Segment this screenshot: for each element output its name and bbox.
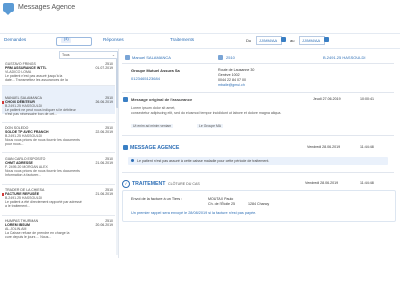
- msg3-date: Vendredi 28.06.2019: [305, 181, 339, 185]
- divider: [2, 215, 115, 216]
- msg3-status: CLÔTURE DU CAS: [168, 182, 200, 186]
- list-item-preview: a le traitement...: [5, 204, 31, 208]
- info-dot-icon: [131, 159, 134, 162]
- msg3-line2: Un premier rappel sera envoyé le 28/08/2…: [131, 211, 257, 215]
- list-item-date: 01.07.2019: [95, 66, 113, 70]
- msg3-recipient-name: MOUTAX Paulo: [208, 197, 234, 201]
- msg2-note-text: Le patient n'est pas assuré à cette cais…: [137, 159, 270, 163]
- list-item-date: 21.06.2019: [95, 161, 113, 165]
- date-from-label: Du: [246, 38, 252, 43]
- divider: [2, 122, 115, 123]
- list-item-date: 26.06.2019: [95, 100, 113, 104]
- flag-icon: [2, 101, 4, 104]
- divider: [122, 92, 394, 93]
- msg1-tag: Le Groupe MA: [197, 124, 224, 128]
- divider: [122, 172, 394, 173]
- msg1-body-line2: consectetur adipiscing elit, sed do eius…: [131, 111, 282, 115]
- chevron-down-icon: ⌄: [111, 53, 115, 57]
- list-item-preview: Information à facturer...: [5, 173, 41, 177]
- list-item-date: 21.06.2019: [95, 192, 113, 196]
- msg1-tag: Ut enim ad minim veniam: [131, 124, 174, 128]
- tab-demandes[interactable]: Demandes: [4, 37, 26, 42]
- msg2-date: Vendredi 28.06.2019: [307, 145, 341, 149]
- messages-icon: [3, 3, 14, 15]
- list-filter-value: Tous: [62, 53, 70, 57]
- msg3-recipient-street: Ch. de l'Étoile 25: [208, 202, 236, 206]
- list-item[interactable]: TRADER DE LA CHIESA 2510 FACTURE REFUSÉE…: [2, 188, 115, 212]
- msg3-title: TRAITEMENT: [132, 181, 166, 187]
- msg3-box: [122, 190, 396, 222]
- list-item-preview: pour nous...: [5, 142, 24, 146]
- patient-name: Manuel SALAMANCA: [132, 55, 171, 60]
- org-mail-link[interactable]: mbaile@gmui.ch: [218, 83, 245, 87]
- calendar-from-icon[interactable]: [281, 37, 286, 42]
- tab-traitements[interactable]: Traitements: [170, 37, 194, 42]
- tab-count: (4): [64, 37, 69, 41]
- page-title: Messages Agence: [18, 4, 76, 11]
- patient-code-icon: [218, 55, 223, 60]
- tab-bar: Demandes (4) Réponses Traitements Du JJ/…: [0, 33, 400, 49]
- msg1-title: Message original de l'assurance: [131, 97, 193, 102]
- tab-reponses[interactable]: Réponses: [103, 37, 124, 42]
- divider: [2, 184, 115, 185]
- calendar-to-icon[interactable]: [324, 37, 329, 42]
- patient-avatar: [125, 55, 130, 60]
- list-filter-select[interactable]: Tous ⌄: [59, 51, 118, 59]
- msg2-time: 11:44:48: [360, 145, 374, 149]
- msg2-note: Le patient n'est pas assuré à cette cais…: [128, 157, 388, 165]
- list-item[interactable]: DON SOLEDO 2510 SOLDE TP AVEC FRANCH 22.…: [2, 126, 115, 150]
- msg1-time: 10:00:41: [360, 97, 374, 101]
- list-item-date: 20.06.2019: [95, 223, 113, 227]
- date-from-input[interactable]: JJ/MM/AA: [256, 36, 282, 45]
- msg1-body-line1: Lorem ipsum dolor sit amet,: [131, 106, 176, 110]
- check-circle-icon: ✓: [122, 180, 130, 188]
- list-item-preview: cure depuis le jours ... Nous...: [5, 235, 52, 239]
- msg2-title: MESSAGE AGENCE: [130, 145, 180, 151]
- list-item-preview: n'est pas nécessaire bon de cet...: [5, 112, 58, 116]
- patient-ref: B.2491.25 HASSOULDI: [323, 55, 366, 60]
- org-phone-link[interactable]: 0123465123684: [131, 76, 160, 81]
- divider: [122, 63, 394, 64]
- patient-code: 2510: [226, 55, 235, 60]
- divider: [122, 135, 394, 136]
- divider: [2, 152, 115, 153]
- list-item-preview: date... Transmettez les assurances de la: [5, 78, 68, 82]
- msg1-date: Jeudi 27.06.2019: [313, 97, 341, 101]
- divider: [2, 85, 115, 86]
- msg3-line1: Envoi de la facture à un Tiers :: [131, 197, 183, 201]
- agency-message-icon: [123, 145, 128, 150]
- list-item-date: 22.06.2019: [95, 130, 113, 134]
- list-item[interactable]: HUMPAS THURMAN 2510 LOREM IBSUM 20.06.20…: [2, 219, 115, 247]
- list-item-content: MANUEL SALAMANCA 2510 CHOIX DÉBITEUR 26.…: [2, 96, 115, 120]
- list-item[interactable]: GIAN CARLO ESPOSITO 2510 CHMT ADRESSE 21…: [2, 157, 115, 181]
- list-item[interactable]: GUSTAVO FRINGS 2510 PRM ASSURANCE INTTL …: [2, 62, 115, 84]
- flag-icon: [2, 193, 4, 196]
- msg3-recipient-city: 1284 Chancy: [248, 202, 270, 206]
- pane-divider: [118, 49, 119, 258]
- date-to-label: au: [290, 38, 295, 43]
- org-tel: 0044 22 84 07 00: [218, 78, 246, 82]
- org-address-line1: Route de Lausanne 30: [218, 68, 255, 72]
- org-address-line2: Genève 1002: [218, 73, 240, 77]
- date-to-input[interactable]: JJ/MM/AA: [299, 36, 325, 45]
- message-icon: [123, 97, 128, 102]
- org-name: Groupe Mutuel Assura Sa: [131, 68, 180, 73]
- msg3-time: 11:44:48: [360, 181, 374, 185]
